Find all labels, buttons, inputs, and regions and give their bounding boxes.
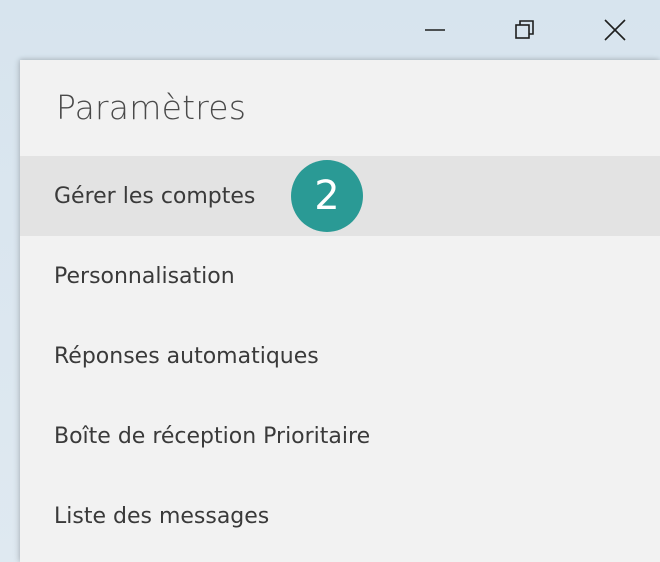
settings-item-label: Gérer les comptes	[54, 183, 256, 209]
minimize-button[interactable]	[390, 1, 480, 59]
window-caption-buttons	[390, 0, 660, 60]
settings-menu: Gérer les comptes 2 Personnalisation Rép…	[20, 156, 660, 556]
settings-panel: Paramètres Gérer les comptes 2 Personnal…	[20, 60, 660, 562]
close-button[interactable]	[570, 1, 660, 59]
restore-icon	[515, 20, 534, 39]
restore-button[interactable]	[480, 1, 570, 59]
settings-item-label: Personnalisation	[54, 263, 235, 289]
settings-item-label: Réponses automatiques	[54, 343, 319, 369]
settings-item-message-list[interactable]: Liste des messages	[20, 476, 660, 556]
settings-item-focused-inbox[interactable]: Boîte de réception Prioritaire	[20, 396, 660, 476]
settings-item-label: Boîte de réception Prioritaire	[54, 423, 371, 449]
minimize-icon	[425, 29, 445, 31]
panel-title: Paramètres	[56, 88, 247, 127]
settings-item-automatic-replies[interactable]: Réponses automatiques	[20, 316, 660, 396]
app-background: Paramètres Gérer les comptes 2 Personnal…	[0, 0, 660, 562]
step-badge: 2	[291, 160, 363, 232]
settings-item-manage-accounts[interactable]: Gérer les comptes 2	[20, 156, 660, 236]
close-icon	[604, 19, 626, 41]
settings-item-personalization[interactable]: Personnalisation	[20, 236, 660, 316]
step-number: 2	[314, 173, 340, 219]
settings-item-label: Liste des messages	[54, 503, 270, 529]
